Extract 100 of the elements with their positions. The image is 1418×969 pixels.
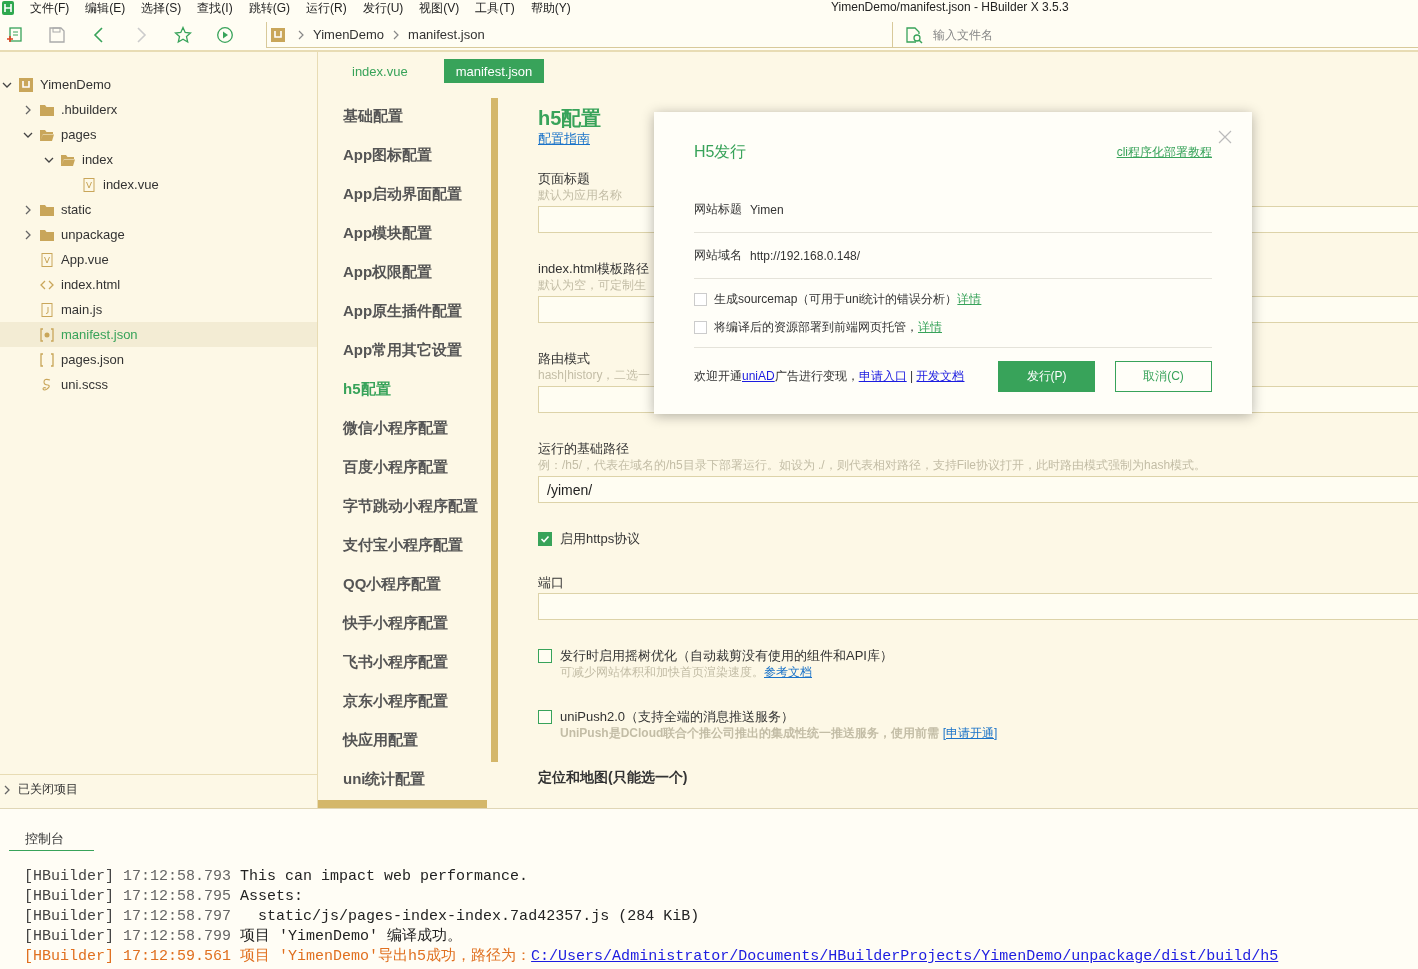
field-hint: 可减少网站体积和加快首页渲染速度。 (560, 665, 764, 679)
settings-nav-item[interactable]: App启动界面配置 (318, 175, 486, 214)
scrollbar[interactable] (491, 98, 498, 762)
closed-projects-item[interactable]: 已关闭项目 (0, 774, 317, 804)
log-time: 17:12:59.561 (123, 948, 232, 965)
tree-item[interactable]: App.vue (0, 247, 317, 272)
tree-item[interactable]: unpackage (0, 222, 317, 247)
docs-link[interactable]: [申请开通] (942, 726, 998, 740)
log-source: [HBuilder] (24, 868, 114, 885)
settings-nav-item[interactable]: 字节跳动小程序配置 (318, 487, 486, 526)
menu-item[interactable]: 工具(T) (467, 0, 523, 17)
log-time: 17:12:58.795 (123, 888, 232, 905)
settings-nav-item[interactable]: 支付宝小程序配置 (318, 526, 486, 565)
tree-item[interactable]: pages.json (0, 347, 317, 372)
star-icon[interactable] (174, 26, 192, 44)
settings-nav-item[interactable]: 京东小程序配置 (318, 682, 486, 721)
guide-link[interactable]: 配置指南 (538, 131, 590, 146)
brackets-icon (40, 352, 54, 367)
settings-nav-item[interactable]: App原生插件配置 (318, 292, 486, 331)
menu-item[interactable]: 文件(F) (22, 0, 78, 17)
log-message: 项目 'YimenDemo' 编译成功。 (240, 928, 463, 945)
breadcrumb-item[interactable]: manifest.json (408, 27, 485, 42)
tree-item[interactable]: index (0, 147, 317, 172)
checkbox[interactable] (538, 531, 552, 546)
settings-nav-item[interactable]: 飞书小程序配置 (318, 643, 486, 682)
settings-nav-item[interactable]: App图标配置 (318, 136, 486, 175)
settings-nav-item[interactable]: uni统计配置 (318, 760, 486, 799)
field-hint: UniPush是DCloud联合个推公司推出的集成性统一推送服务，使用前需 (560, 726, 941, 740)
log-source: [HBuilder] (24, 908, 114, 925)
folder-icon (40, 202, 54, 217)
input-field[interactable]: /yimen/ (538, 476, 1418, 503)
vue-file-icon (82, 177, 96, 192)
checkbox[interactable] (538, 648, 552, 663)
settings-nav-item[interactable]: 快应用配置 (318, 721, 486, 760)
menu-item[interactable]: 选择(S) (133, 0, 190, 17)
settings-nav-item[interactable]: 微信小程序配置 (318, 409, 486, 448)
scrollbar[interactable] (318, 800, 487, 808)
chevron-right-icon (2, 784, 12, 795)
log-source: [HBuilder] (24, 888, 114, 905)
path-link[interactable]: C:/Users/Administrator/Documents/HBuilderProjects/YimenDemo/unpackage/dist/build/h5 (531, 948, 1279, 965)
promo-link[interactable]: 申请入口 (858, 368, 907, 383)
chevron-right-icon (23, 229, 33, 240)
settings-nav-item[interactable]: App常用其它设置 (318, 331, 486, 370)
menu-item[interactable]: 视图(V) (411, 0, 468, 17)
breadcrumb-item[interactable]: YimenDemo (313, 27, 385, 42)
folder-icon (40, 102, 54, 117)
settings-nav-item[interactable]: QQ小程序配置 (318, 565, 486, 604)
checkbox-label: 将编译后的资源部署到前端网页托管， (714, 318, 918, 336)
log-message: This can impact web performance. (240, 868, 529, 885)
chevron-right-icon (23, 204, 33, 215)
open-folder-icon (40, 127, 54, 142)
save-icon[interactable] (48, 26, 66, 44)
tree-item[interactable]: index.html (0, 272, 317, 297)
log-message: 项目 'YimenDemo'导出h5成功，路径为： (240, 948, 532, 965)
settings-nav-item[interactable]: App模块配置 (318, 214, 486, 253)
field-label: 路由模式 (538, 350, 591, 367)
console-tab[interactable]: 控制台 (9, 830, 94, 851)
menu-item[interactable]: 查找(I) (189, 0, 241, 17)
log-time: 17:12:58.799 (123, 928, 232, 945)
docs-link[interactable]: 参考文档 (764, 665, 812, 679)
field-label: index.html模板路径 (538, 260, 651, 277)
open-folder-icon (61, 152, 75, 167)
file-search-icon (905, 25, 923, 44)
settings-nav-item[interactable]: 快手小程序配置 (318, 604, 486, 643)
settings-nav-item[interactable]: App权限配置 (318, 253, 486, 292)
search-field[interactable]: 输入文件名 (931, 26, 1131, 43)
checkbox[interactable] (538, 709, 552, 724)
menu-item[interactable]: 编辑(E) (77, 0, 134, 17)
section-heading: 定位和地图(只能选一个) (538, 769, 689, 787)
menu-item[interactable]: 发行(U) (354, 0, 412, 17)
tree-item[interactable]: index.vue (0, 172, 317, 197)
tree-item[interactable]: main.js (0, 297, 317, 322)
input-field[interactable] (538, 593, 1418, 620)
promo-link[interactable]: 开发文档 (916, 368, 965, 383)
checkbox-label: 发行时启用摇树优化（自动裁剪没有使用的组件和API库） (560, 647, 893, 664)
tree-item[interactable]: .hbuilderx (0, 97, 317, 122)
menu-item[interactable]: 帮助(Y) (522, 0, 579, 17)
tree-item[interactable]: uni.scss (0, 372, 317, 397)
close-icon[interactable] (1218, 130, 1232, 144)
project-icon (271, 27, 285, 42)
tree-item[interactable]: static (0, 197, 317, 222)
menu-item[interactable]: 运行(R) (298, 0, 355, 17)
chevron-icon (392, 29, 401, 40)
promo-link[interactable]: uniAD (742, 368, 775, 383)
promo-text: 欢迎开通uniAD广告进行变现，申请入口 | 开发文档 (694, 367, 966, 385)
field-label: 运行的基础路径 (538, 440, 630, 457)
field-hint: 默认为应用名称 (538, 187, 622, 204)
new-file-icon[interactable] (6, 26, 24, 44)
run-icon[interactable] (216, 26, 234, 44)
checkbox-label: uniPush2.0（支持全端的消息推送服务） (560, 708, 795, 725)
tree-item[interactable]: YimenDemo (0, 72, 317, 97)
settings-nav-item[interactable]: 基础配置 (318, 97, 486, 136)
settings-nav-item[interactable]: 百度小程序配置 (318, 448, 486, 487)
checkbox-label: 启用https协议 (560, 530, 641, 547)
checkbox[interactable] (694, 320, 707, 334)
checkbox[interactable] (694, 292, 707, 306)
gear-file-icon (40, 327, 54, 342)
field-value: Yimen (750, 202, 784, 217)
tree-item[interactable]: pages (0, 122, 317, 147)
menu-item[interactable]: 跳转(G) (240, 0, 298, 17)
